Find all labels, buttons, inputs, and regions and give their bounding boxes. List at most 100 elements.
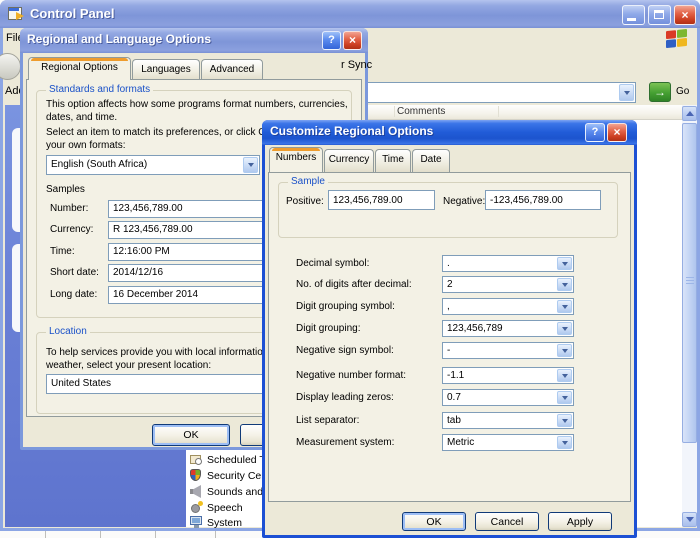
help-button[interactable]: ? — [322, 31, 341, 50]
close-icon[interactable]: × — [674, 5, 696, 25]
combo-value: - — [447, 345, 450, 356]
chevron-down-icon — [562, 349, 568, 353]
field-value: 123,456,789.00 — [113, 203, 183, 214]
field-label: Negative number format: — [296, 370, 406, 381]
field-label: No. of digits after decimal: — [296, 279, 412, 290]
dialog-title: Customize Regional Options — [270, 124, 433, 138]
chevron-down-icon — [248, 163, 254, 167]
positive-sample-field[interactable]: 123,456,789.00 — [328, 190, 435, 210]
dropdown-arrow-button[interactable] — [243, 157, 258, 173]
dialog-title: Regional and Language Options — [27, 32, 211, 46]
combo-value: United States — [51, 378, 111, 389]
customize-regional-options-dialog: Customize Regional Options ? × Numbers C… — [262, 120, 637, 538]
display-leading-zeros-combobox[interactable]: 0.7 — [442, 389, 574, 406]
system-icon — [190, 516, 203, 529]
field-value: 12:16:00 PM — [113, 246, 170, 257]
comments-column-header[interactable]: Comments — [397, 106, 445, 117]
close-icon[interactable]: × — [607, 123, 627, 142]
dropdown-arrow-button[interactable] — [557, 414, 572, 427]
chevron-down-icon — [562, 441, 568, 445]
list-item-label: Speech — [207, 502, 243, 514]
field-value: 2014/12/16 — [113, 267, 163, 278]
dropdown-arrow-button[interactable] — [557, 300, 572, 313]
folder-sync-toolbar-fragment[interactable]: r Sync — [341, 59, 372, 71]
combo-value: 0.7 — [447, 392, 461, 403]
tab-label: Regional Options — [41, 62, 118, 73]
sample-row-label: Currency: — [50, 224, 93, 235]
column-separator — [498, 106, 499, 117]
dropdown-arrow-button[interactable] — [557, 322, 572, 335]
group-label: Location — [46, 326, 90, 337]
digit-grouping-combobox[interactable]: 123,456,789 — [442, 320, 574, 337]
scrollbar-thumb[interactable] — [682, 123, 697, 443]
go-label[interactable]: Go — [676, 86, 689, 97]
go-arrow-icon: → — [654, 85, 666, 99]
field-label: Negative sign symbol: — [296, 345, 394, 356]
dropdown-arrow-button[interactable] — [557, 257, 572, 270]
positive-label: Positive: — [286, 196, 324, 207]
chevron-down-icon — [562, 374, 568, 378]
field-label: Display leading zeros: — [296, 392, 394, 403]
apply-button[interactable]: Apply — [548, 512, 612, 531]
chevron-down-icon — [562, 305, 568, 309]
combo-value: 2 — [447, 279, 453, 290]
combo-value: -1.1 — [447, 370, 464, 381]
tab-date[interactable]: Date — [412, 149, 450, 172]
group-label: Standards and formats — [46, 84, 153, 95]
tab-currency[interactable]: Currency — [324, 149, 374, 172]
minimize-button[interactable] — [622, 5, 645, 25]
screen: Control Panel × File Address → Go Commen… — [0, 0, 700, 538]
decimal-symbol-combobox[interactable]: . — [442, 255, 574, 272]
tab-languages[interactable]: Languages — [132, 59, 200, 80]
digit-grouping-symbol-combobox[interactable]: , — [442, 298, 574, 315]
digits-after-decimal-combobox[interactable]: 2 — [442, 276, 574, 293]
control-panel-titlebar: Control Panel × — [0, 0, 700, 28]
arrow-down-icon — [686, 517, 694, 522]
maximize-button[interactable] — [648, 5, 671, 25]
tab-label: Time — [382, 154, 404, 165]
vertical-scrollbar[interactable] — [682, 105, 697, 527]
go-button[interactable]: → — [649, 82, 671, 102]
scroll-up-button[interactable] — [682, 106, 697, 121]
field-label: Digit grouping: — [296, 323, 360, 334]
dropdown-arrow-button[interactable] — [557, 344, 572, 357]
active-tab-accent — [31, 58, 128, 61]
cancel-button[interactable]: Cancel — [475, 512, 539, 531]
tick — [155, 531, 156, 538]
tab-regional-options[interactable]: Regional Options — [28, 57, 131, 80]
ok-button[interactable]: OK — [402, 512, 466, 531]
ok-button[interactable]: OK — [152, 424, 230, 446]
tab-label: Numbers — [276, 152, 317, 163]
negative-sign-symbol-combobox[interactable]: - — [442, 342, 574, 359]
help-button[interactable]: ? — [585, 123, 605, 142]
dropdown-arrow-button[interactable] — [557, 278, 572, 291]
window-title: Control Panel — [30, 6, 115, 21]
tab-advanced[interactable]: Advanced — [201, 59, 263, 80]
dropdown-arrow-button[interactable] — [557, 369, 572, 382]
combo-value: . — [447, 258, 450, 269]
scroll-down-button[interactable] — [682, 512, 697, 527]
windows-flag-icon — [666, 29, 688, 49]
close-icon[interactable]: × — [343, 31, 362, 50]
negative-number-format-combobox[interactable]: -1.1 — [442, 367, 574, 384]
tab-numbers[interactable]: Numbers — [269, 147, 323, 172]
tab-time[interactable]: Time — [375, 149, 411, 172]
field-label: List separator: — [296, 415, 359, 426]
scheduled-tasks-icon — [190, 453, 203, 466]
maximize-icon — [654, 10, 664, 19]
sample-row-label: Time: — [50, 246, 75, 257]
measurement-system-combobox[interactable]: Metric — [442, 434, 574, 451]
language-format-combobox[interactable]: English (South Africa) — [46, 155, 260, 175]
list-separator-combobox[interactable]: tab — [442, 412, 574, 429]
sample-row-label: Short date: — [50, 267, 99, 278]
field-label: Measurement system: — [296, 437, 394, 448]
sample-row-label: Long date: — [50, 289, 97, 300]
field-value: R 123,456,789.00 — [113, 224, 193, 235]
field-value: 123,456,789.00 — [333, 195, 403, 206]
negative-sample-field[interactable]: -123,456,789.00 — [485, 190, 601, 210]
dropdown-arrow-button[interactable] — [557, 436, 572, 449]
chevron-down-icon — [562, 419, 568, 423]
address-dropdown-button[interactable] — [619, 84, 634, 101]
regional-dialog-titlebar: Regional and Language Options ? × — [20, 28, 368, 53]
dropdown-arrow-button[interactable] — [557, 391, 572, 404]
